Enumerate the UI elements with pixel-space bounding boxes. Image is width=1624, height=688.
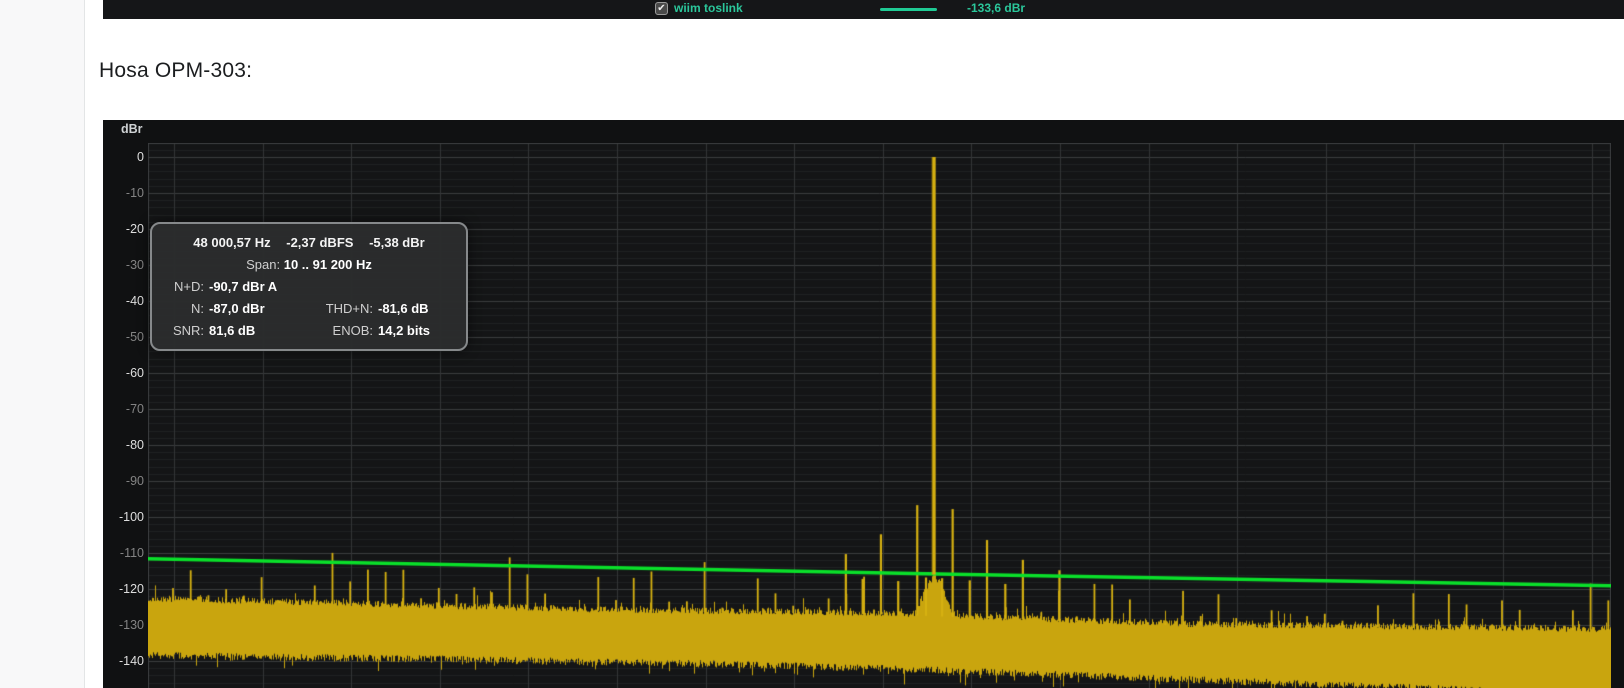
tooltip-n-value: -87,0 dBr [209,299,316,319]
tooltip-nd-value: -90,7 dBr A [209,277,457,297]
y-axis-tick-label: 0 [103,149,144,165]
forum-page: ✔ wiim toslink -133,6 dBr Hosa OPM-303: … [0,0,1624,688]
legend-checkbox[interactable]: ✔ [655,2,668,15]
y-axis-title: dBr [121,122,143,136]
tooltip-span-row: Span: 10 .. 91 200 Hz [161,255,457,275]
legend-color-line [880,8,937,11]
tooltip-snr-value: 81,6 dB [209,321,316,341]
tooltip-dbr: -5,38 dBr [369,235,425,250]
tooltip-cursor-readout: 48 000,57 Hz -2,37 dBFS -5,38 dBr [161,233,457,253]
checkmark-icon: ✔ [657,3,665,14]
y-axis-tick-label: -110 [103,545,144,561]
y-axis-tick-label: -70 [103,401,144,417]
tooltip-nd-label: N+D: [161,277,209,297]
page-title: Hosa OPM-303: [99,59,252,83]
page-left-gutter [0,0,85,688]
tooltip-n-label: N: [161,299,209,319]
y-axis-tick-label: -20 [103,221,144,237]
y-axis-tick-label: -80 [103,437,144,453]
y-axis-tick-label: -120 [103,581,144,597]
y-axis-tick-label: -40 [103,293,144,309]
y-axis-tick-label: -10 [103,185,144,201]
tooltip-thdn-label: THD+N: [316,299,378,319]
tooltip-enob-value: 14,2 bits [378,321,457,341]
measurement-tooltip[interactable]: 48 000,57 Hz -2,37 dBFS -5,38 dBr Span: … [150,222,468,351]
y-axis-tick-label: -50 [103,329,144,345]
y-axis-tick-label: -130 [103,617,144,633]
y-axis-tick-label: -60 [103,365,144,381]
tooltip-thdn-value: -81,6 dB [378,299,457,319]
tooltip-span-value: 10 .. 91 200 Hz [284,257,372,272]
y-axis-tick-label: -100 [103,509,144,525]
y-axis-tick-label: -30 [103,257,144,273]
spectrum-chart: dBr 0 -10 -20 -30 -40 -50 -60 -70 -80 -90 -100 -110… [103,120,1624,688]
y-axis-tick-label: -140 [103,653,144,669]
tooltip-snr-label: SNR: [161,321,209,341]
tooltip-enob-label: ENOB: [316,321,378,341]
analyzer-legend-bar: ✔ wiim toslink -133,6 dBr [103,0,1624,19]
tooltip-dbfs: -2,37 dBFS [286,235,353,250]
legend-level-readout: -133,6 dBr [967,1,1025,15]
legend-series-label: wiim toslink [674,1,743,15]
y-axis-tick-label: -90 [103,473,144,489]
tooltip-frequency: 48 000,57 Hz [193,235,270,250]
tooltip-span-label: Span: [246,257,280,272]
